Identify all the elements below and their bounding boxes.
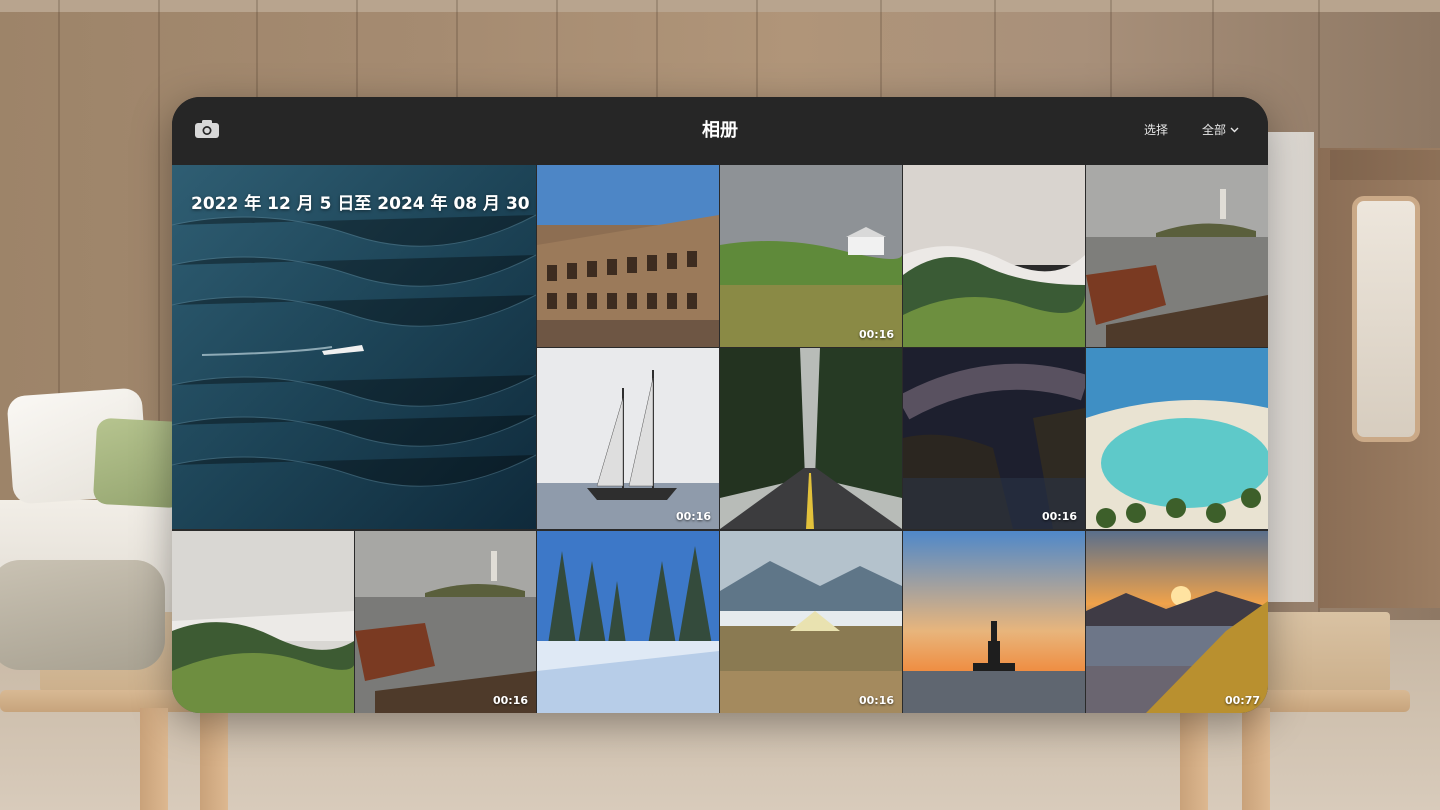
fjord-sunset-image: [1086, 531, 1268, 713]
video-duration: 00:16: [492, 694, 528, 707]
filter-label: 全部: [1202, 123, 1227, 137]
photo-grid: 2022 年 12 月 5 日至 2024 年 08 月 30 日 00:16 …: [172, 165, 1268, 713]
table-leg: [1242, 708, 1270, 810]
camera-icon: [195, 120, 219, 138]
photo-tile[interactable]: [1086, 165, 1268, 347]
photo-tile[interactable]: 00:16: [355, 531, 536, 713]
forest-road-image: [720, 348, 902, 529]
green-hill-house-image: [720, 165, 902, 347]
photos-window: 相册 选择 全部 2022 年 12 月 5 日至 2024 年 08 月 30…: [172, 97, 1268, 713]
video-duration: 00:16: [858, 328, 894, 341]
mirror: [1352, 196, 1420, 442]
camera-button[interactable]: [194, 119, 224, 143]
lake-boat-island-church-image: [355, 531, 536, 713]
photo-tile[interactable]: [903, 165, 1085, 347]
photo-tile[interactable]: 00:77: [1086, 531, 1268, 713]
photo-tile[interactable]: 00:16: [720, 531, 902, 713]
photo-tile[interactable]: [720, 348, 902, 529]
page-title: 相册: [702, 120, 738, 141]
table-leg: [1180, 708, 1208, 810]
photo-tile[interactable]: 00:16: [720, 165, 902, 347]
milky-way-cliff-image: [903, 348, 1085, 529]
video-duration: 00:16: [1041, 510, 1077, 523]
video-duration: 00:16: [858, 694, 894, 707]
select-button[interactable]: 选择: [1144, 121, 1168, 138]
mountain-tent-image: [720, 531, 902, 713]
foggy-hills-image: [172, 531, 354, 713]
tropical-beach-image: [1086, 348, 1268, 529]
statue-of-liberty-sunset-image: [903, 531, 1085, 713]
table-leg: [200, 708, 228, 810]
wall-ledge: [0, 0, 1440, 12]
sailing-ship-image: [537, 348, 719, 529]
colosseum-image: [537, 165, 719, 347]
photo-tile[interactable]: [903, 531, 1085, 713]
coat-hooks: [1330, 150, 1440, 180]
photo-tile[interactable]: [172, 531, 354, 713]
lake-boat-island-church-image: [1086, 165, 1268, 347]
ocean-boat-image: [172, 165, 536, 529]
featured-photo[interactable]: 2022 年 12 月 5 日至 2024 年 08 月 30 日: [172, 165, 536, 529]
snowy-forest-image: [537, 531, 719, 713]
photo-tile[interactable]: 00:16: [903, 348, 1085, 529]
video-duration: 00:16: [675, 510, 711, 523]
foggy-hills-image: [903, 165, 1085, 347]
date-range: 2022 年 12 月 5 日至 2024 年 08 月 30 日: [191, 194, 536, 214]
title-bar: 相册 选择 全部: [172, 97, 1268, 165]
fridge: [1266, 132, 1314, 602]
video-duration: 00:77: [1224, 694, 1260, 707]
photo-tile[interactable]: 00:16: [537, 348, 719, 529]
filter-dropdown[interactable]: 全部: [1202, 121, 1239, 138]
blanket: [0, 560, 165, 670]
photo-tile[interactable]: [537, 531, 719, 713]
chevron-down-icon: [1230, 127, 1239, 132]
photo-tile[interactable]: [1086, 348, 1268, 529]
photo-tile[interactable]: [537, 165, 719, 347]
table-leg: [140, 708, 168, 810]
